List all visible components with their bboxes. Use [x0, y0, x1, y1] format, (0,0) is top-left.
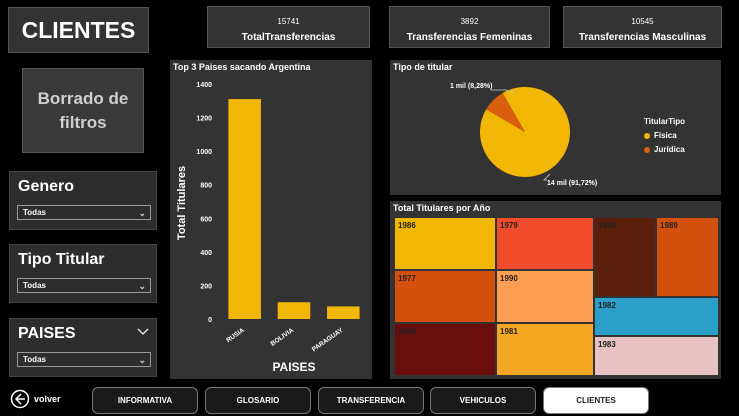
treemap-cell-1980[interactable]: 1980 — [594, 217, 656, 297]
genero-dropdown[interactable]: Todas ⌄ — [17, 205, 151, 220]
y-tick-label: 800 — [200, 183, 212, 190]
y-tick-label: 1400 — [196, 82, 212, 89]
slicer-title: PAISES — [18, 325, 76, 342]
dropdown-value: Todas — [23, 208, 46, 217]
pie-label-juridica: 1 mil (8,28%) — [450, 83, 493, 90]
bar-chart: 0 200 400 600 800 1000 1200 1400 RUSIA BOLIVIA PAR… — [176, 82, 360, 374]
chart-title: Total Titulares por Año — [393, 203, 491, 213]
y-tick-label: 600 — [200, 216, 212, 223]
legend-dot — [644, 132, 650, 139]
x-tick-label: PARAGUAY — [311, 327, 345, 354]
kpi-value: 10545 — [631, 17, 654, 26]
nav-informativa[interactable]: INFORMATIVA — [92, 387, 198, 414]
treemap-cell-1982[interactable]: 1982 — [594, 297, 719, 336]
kpi-label: Transferencias Masculinas — [578, 32, 707, 43]
page-title: CLIENTES — [8, 7, 149, 53]
back-button[interactable]: volver — [10, 389, 61, 409]
dropdown-value: Todas — [23, 281, 46, 290]
tipo-titular-dropdown[interactable]: Todas ⌄ — [17, 278, 151, 293]
slicer-genero: Genero Todas ⌄ — [9, 171, 157, 230]
clear-filters-button[interactable]: Borrado de filtros — [22, 68, 144, 153]
nav-glosario[interactable]: GLOSARIO — [205, 387, 311, 414]
legend-title: TitularTipo — [644, 117, 686, 126]
chevron-down-icon[interactable]: ⌄ — [138, 206, 146, 220]
nav-transferencia[interactable]: TRANSFERENCIA — [318, 387, 424, 414]
bar-bolivia — [277, 302, 311, 319]
paises-dropdown[interactable]: Todas ⌄ — [17, 352, 151, 367]
bar-paraguay — [327, 306, 360, 319]
kpi-transferencias-masculinas: 10545 Transferencias Masculinas — [563, 6, 722, 48]
bar-rusia — [228, 99, 261, 319]
treemap-panel: Total Titulares por Año 1986 1979 1980 1… — [390, 201, 721, 379]
nav-vehiculos[interactable]: VEHICULOS — [430, 387, 536, 414]
clear-filters-label-line2: filtros — [59, 112, 107, 132]
back-label: volver — [34, 394, 61, 404]
x-tick-label: RUSIA — [225, 327, 246, 345]
y-tick-label: 0 — [208, 317, 212, 324]
back-arrow-icon — [10, 389, 30, 409]
legend-item-juridica: Jurídica — [644, 145, 685, 154]
kpi-label: Transferencias Femeninas — [406, 32, 533, 43]
chevron-down-icon[interactable]: ⌄ — [138, 279, 146, 293]
kpi-transferencias-femeninas: 3892 Transferencias Femeninas — [389, 6, 550, 48]
treemap-cell-1979[interactable]: 1979 — [496, 217, 594, 270]
slicer-paises: PAISES Todas ⌄ — [9, 318, 157, 377]
x-tick-label: BOLIVIA — [270, 327, 296, 348]
y-axis-title: Total Titulares — [176, 166, 188, 240]
legend-label: Jurídica — [654, 145, 685, 154]
chevron-down-icon[interactable] — [136, 327, 150, 337]
legend-label: Física — [654, 131, 677, 140]
kpi-label: TotalTransferencias — [241, 32, 336, 43]
y-tick-label: 1200 — [196, 116, 212, 123]
treemap-cell-1989[interactable]: 1989 — [656, 217, 719, 297]
treemap-cell-1986[interactable]: 1986 — [394, 217, 496, 270]
x-axis-title: PAISES — [272, 360, 315, 374]
dropdown-value: Todas — [23, 355, 46, 364]
pie-chart — [480, 87, 570, 181]
clear-filters-label-line1: Borrado de — [37, 88, 129, 108]
bar-chart-panel: Top 3 Paises sacando Argentina 0 200 400 60… — [170, 60, 372, 379]
treemap-cell-1984[interactable]: 1984 — [394, 323, 496, 376]
chevron-down-icon[interactable]: ⌄ — [138, 353, 146, 367]
kpi-value: 3892 — [460, 17, 479, 26]
treemap-cell-1977[interactable]: 1977 — [394, 270, 496, 323]
y-tick-label: 200 — [200, 283, 212, 290]
pie-chart-panel: Tipo de titular 1 mil (8,28%) 14 mil (91… — [390, 60, 721, 195]
legend-dot — [644, 146, 650, 153]
kpi-total-transferencias: 15741 TotalTransferencias — [207, 6, 370, 48]
nav-clientes[interactable]: CLIENTES — [543, 387, 649, 414]
treemap-cell-1990[interactable]: 1990 — [496, 270, 594, 323]
treemap-cell-1981[interactable]: 1981 — [496, 323, 594, 376]
kpi-value: 15741 — [277, 17, 300, 26]
slicer-tipo-titular: Tipo Titular Todas ⌄ — [9, 244, 157, 303]
treemap-cell-1983[interactable]: 1983 — [594, 336, 719, 376]
y-tick-label: 1000 — [196, 149, 212, 156]
legend-item-fisica: Física — [644, 131, 677, 140]
pie-label-fisica: 14 mil (91,72%) — [547, 180, 598, 187]
slicer-title: Genero — [18, 178, 75, 195]
slicer-title: Tipo Titular — [18, 251, 105, 268]
y-tick-label: 400 — [200, 250, 212, 257]
